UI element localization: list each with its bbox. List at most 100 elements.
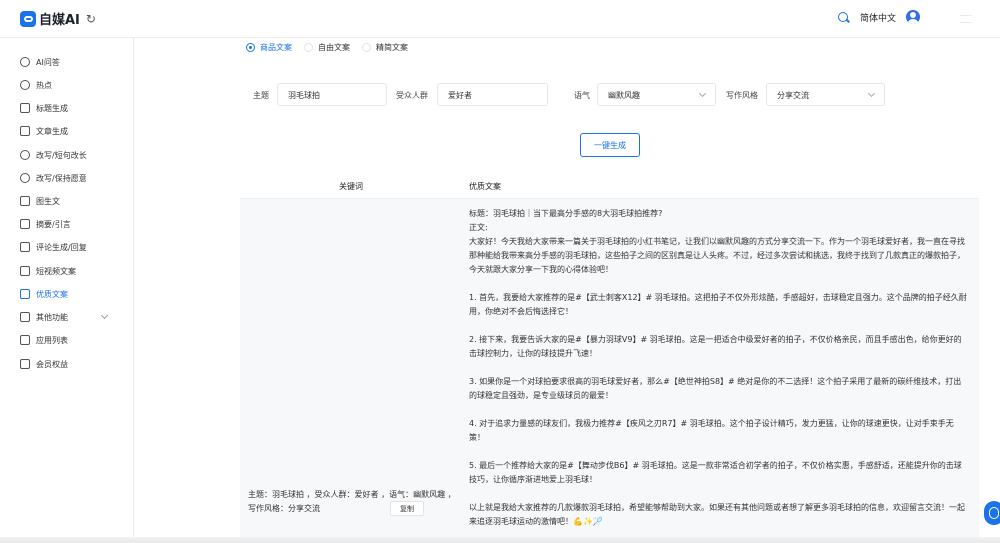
- sidebar-item-label: 热点: [36, 80, 52, 90]
- sidebar-item-label: 应用列表: [36, 335, 68, 345]
- chevron-down-icon: [867, 89, 876, 98]
- results-table: 关键词 优质文案 主题：羽毛球拍 ，受众人群：爱好者 ，语气：幽默风趣 ，写作风…: [240, 171, 979, 543]
- app-name: 自媒AI: [39, 13, 80, 28]
- table-cell-keywords: 主题：羽毛球拍 ，受众人群：爱好者 ，语气：幽默风趣 ，写作风格：分享交流 复制: [240, 199, 462, 543]
- style-label: 写作风格: [726, 91, 758, 100]
- radio-product-copy[interactable]: 商品文案: [246, 42, 292, 53]
- sidebar-item-label: 会员权益: [36, 359, 68, 369]
- article-text: 标题：羽毛球拍｜当下最高分手感的8大羽毛球拍推荐? 正文: 大家好！今天我给大家…: [469, 207, 969, 529]
- sidebar-item-short-video[interactable]: 短视频文案: [20, 264, 76, 278]
- sidebar-item-title-gen[interactable]: 标题生成: [20, 101, 68, 115]
- radio-dot-icon: [246, 43, 255, 52]
- sidebar-item-membership[interactable]: 会员权益: [20, 357, 68, 371]
- sidebar-item-label: 优质文案: [36, 289, 68, 299]
- table-header: 关键词 优质文案: [240, 171, 979, 199]
- sidebar-item-summary[interactable]: 摘要/引言: [20, 217, 71, 231]
- top-right-actions: 简体中文: [837, 10, 920, 24]
- sidebar-item-image-to-text[interactable]: 图生文: [20, 194, 60, 208]
- article-paragraph: 以上就是我给大家推荐的几款爆款羽毛球拍，希望能够帮助到大家。如果还有其他问题或者…: [469, 503, 965, 526]
- radio-dot-icon: [304, 43, 313, 52]
- sidebar-item-label: 其他功能: [36, 312, 68, 322]
- chevron-down-icon: [100, 311, 109, 320]
- language-switch[interactable]: 简体中文: [860, 11, 896, 24]
- sidebar-item-label: 文章生成: [36, 126, 68, 136]
- article-paragraph: 5. 最后一个推荐给大家的是#【舞动步伐B6】# 羽毛球拍。这是一款非常适合初学…: [469, 461, 962, 484]
- radio-free-copy[interactable]: 自由文案: [304, 42, 350, 53]
- sidebar-item-label: 改写/短句改长: [36, 150, 87, 160]
- topic-input[interactable]: 羽毛球拍: [277, 83, 387, 106]
- tone-value: 幽默风趣: [608, 91, 640, 100]
- sidebar-item-article-gen[interactable]: 文章生成: [20, 124, 68, 138]
- search-icon: [20, 57, 30, 67]
- radio-label: 自由文案: [318, 43, 350, 52]
- apps-icon: [20, 335, 30, 345]
- generate-button[interactable]: 一键生成: [580, 133, 640, 157]
- column-header-keywords: 关键词: [339, 182, 363, 191]
- sidebar-item-quality-copy[interactable]: 优质文案: [20, 287, 68, 301]
- article-line: 正文:: [469, 223, 488, 232]
- document-icon: [20, 219, 30, 229]
- card-icon: [20, 359, 30, 369]
- sidebar: AI问答 热点 标题生成 文章生成 改写/短句改长 改写/保持愿意 图生文 摘要…: [0, 38, 134, 543]
- mode-radio-group: 商品文案 自由文案 精简文案: [246, 42, 420, 53]
- topic-label: 主题: [253, 91, 269, 100]
- book-icon: [20, 126, 30, 136]
- sidebar-item-ai-qa[interactable]: AI问答: [20, 55, 60, 69]
- sidebar-item-rewrite-expand[interactable]: 改写/短句改长: [20, 148, 87, 162]
- logo-icon: [20, 10, 36, 27]
- smile-icon: [20, 150, 30, 160]
- tone-select[interactable]: 幽默风趣: [597, 83, 716, 106]
- sidebar-item-label: 短视频文案: [36, 266, 76, 276]
- app-logo[interactable]: 自媒AI ↻: [20, 9, 96, 28]
- edit-icon: [20, 242, 30, 252]
- radio-dot-icon: [362, 43, 371, 52]
- style-value: 分享交流: [777, 91, 809, 100]
- sidebar-item-comment[interactable]: 评论生成/回复: [20, 240, 87, 254]
- article-paragraph: 3. 如果你是一个对球拍要求很高的羽毛球爱好者，那么#【绝世神拍S8】# 绝对是…: [469, 377, 962, 400]
- fire-icon: [20, 80, 30, 90]
- radio-label: 商品文案: [260, 43, 292, 52]
- table-cell-copy: 标题：羽毛球拍｜当下最高分手感的8大羽毛球拍推荐? 正文: 大家好！今天我给大家…: [462, 199, 979, 543]
- refresh-icon[interactable]: ↻: [86, 12, 96, 26]
- article-paragraph: 大家好！今天我给大家带来一篇关于羽毛球拍的小红书笔记，让我们以幽默风趣的方式分享…: [469, 237, 965, 274]
- article-paragraph: 1. 首先，我要给大家推荐的是#【武士刺客X12】# 羽毛球拍。这把拍子不仅外形…: [469, 293, 967, 316]
- sidebar-item-label: 图生文: [36, 196, 60, 206]
- keywords-text: 主题：羽毛球拍 ，受众人群：爱好者 ，语气：幽默风趣 ，写作风格：分享交流: [248, 490, 456, 513]
- search-icon[interactable]: [837, 11, 850, 24]
- sidebar-item-label: AI问答: [36, 57, 60, 67]
- article-paragraph: 2. 接下来，我要告诉大家的是#【暴力羽球V9】# 羽毛球拍。这是一把适合中级爱…: [469, 335, 962, 358]
- tone-label: 语气: [574, 91, 590, 100]
- chevron-down-icon: [698, 89, 707, 98]
- star-icon: [20, 289, 30, 299]
- image-icon: [20, 196, 30, 206]
- sidebar-item-app-list[interactable]: 应用列表: [20, 333, 68, 347]
- bottom-edge: [0, 537, 1000, 543]
- article-title: 标题：羽毛球拍｜当下最高分手感的8大羽毛球拍推荐?: [469, 209, 663, 218]
- sidebar-item-label: 摘要/引言: [36, 219, 71, 229]
- compass-icon: [20, 173, 30, 183]
- audience-input[interactable]: 爱好者: [437, 83, 548, 106]
- copy-button[interactable]: 复制: [390, 501, 424, 516]
- menu-icon[interactable]: [960, 15, 972, 23]
- sidebar-item-rewrite-keep[interactable]: 改写/保持愿意: [20, 171, 87, 185]
- grid-icon: [20, 312, 30, 322]
- sidebar-item-label: 评论生成/回复: [36, 242, 87, 252]
- radio-label: 精简文案: [376, 43, 408, 52]
- sidebar-item-hot[interactable]: 热点: [20, 78, 52, 92]
- column-header-copy: 优质文案: [469, 182, 501, 191]
- style-select[interactable]: 分享交流: [766, 83, 885, 106]
- article-paragraph: 4. 对于追求力量感的球友们，我极力推荐#【疾风之刃R7】# 羽毛球拍。这个拍子…: [469, 419, 954, 442]
- sidebar-item-other[interactable]: 其他功能: [20, 310, 120, 324]
- sidebar-item-label: 标题生成: [36, 103, 68, 113]
- audience-label: 受众人群: [396, 91, 428, 100]
- radio-concise-copy[interactable]: 精简文案: [362, 42, 408, 53]
- support-headset-icon[interactable]: [984, 501, 1000, 525]
- sidebar-item-label: 改写/保持愿意: [36, 173, 87, 183]
- user-avatar-icon[interactable]: [906, 10, 920, 24]
- top-bar: 自媒AI ↻ 简体中文: [0, 0, 1000, 38]
